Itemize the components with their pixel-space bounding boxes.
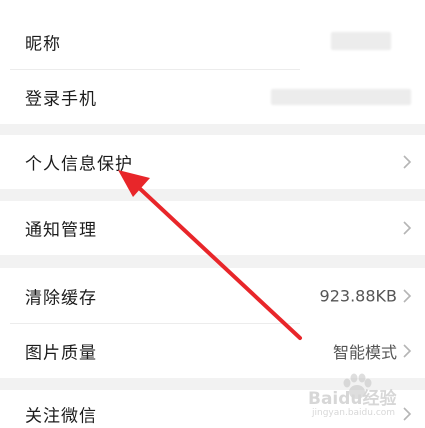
watermark-sub: jingyan.baidu.com (312, 408, 396, 418)
redacted-value (331, 32, 391, 50)
storage-group: 清除缓存 923.88KB 图片质量 智能模式 (0, 268, 425, 378)
settings-item-label: 通知管理 (25, 220, 97, 241)
settings-item-phone[interactable]: 登录手机 (0, 70, 425, 124)
settings-screen: 昵称 登录手机 个人信息保护 通知管理 清除缓存 923.88KB 图片质量 智… (0, 0, 425, 428)
account-group: 昵称 登录手机 (0, 0, 425, 124)
image-quality-value: 智能模式 (332, 343, 397, 362)
redacted-value (271, 89, 411, 105)
cache-size-value: 923.88KB (319, 286, 397, 305)
settings-item-label: 关注微信 (25, 406, 97, 427)
settings-item-clear-cache[interactable]: 清除缓存 923.88KB (0, 268, 425, 323)
chevron-right-icon (403, 344, 412, 358)
settings-item-nickname[interactable]: 昵称 (0, 14, 425, 69)
settings-item-notifications[interactable]: 通知管理 (0, 201, 425, 255)
chevron-right-icon (403, 155, 412, 169)
settings-item-label: 昵称 (25, 34, 61, 54)
chevron-right-icon (403, 221, 412, 235)
chevron-right-icon (403, 288, 412, 303)
settings-item-privacy[interactable]: 个人信息保护 (0, 135, 425, 189)
watermark: Baidu经验 jingyan.baidu.com (308, 372, 418, 424)
settings-item-label: 登录手机 (25, 89, 97, 110)
settings-item-label: 个人信息保护 (25, 154, 133, 175)
settings-item-label: 清除缓存 (25, 288, 97, 308)
settings-item-image-quality[interactable]: 图片质量 智能模式 (0, 324, 425, 378)
settings-item-label: 图片质量 (25, 343, 97, 364)
watermark-main: Baidu经验 (308, 389, 397, 409)
